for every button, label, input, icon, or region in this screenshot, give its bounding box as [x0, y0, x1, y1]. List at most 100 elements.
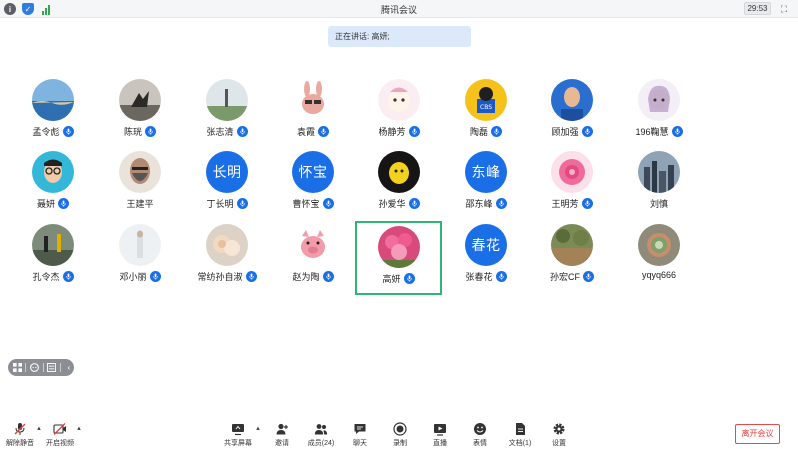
avatar-image	[638, 151, 680, 193]
participant-tile[interactable]: 孟令彪	[10, 79, 96, 151]
participant-tile[interactable]: 孙宏CF	[529, 224, 615, 296]
avatar	[378, 226, 420, 268]
participant-tile[interactable]: 东峰 邵东峰	[443, 151, 529, 223]
avatar	[638, 224, 680, 266]
settings-button[interactable]: 设置	[539, 422, 579, 448]
mic-icon	[403, 273, 415, 284]
video-options-caret[interactable]: ▲	[76, 426, 82, 432]
participant-name: 聂妍	[36, 199, 55, 209]
chat-icon	[354, 424, 366, 434]
participant-grid: 孟令彪 陈珖 张志清 袁霞 杨静芳 CBS 陶磊 顾加强 196鞠慧聂妍 王建平 长明 丁长明 怀宝曹怀…	[0, 0, 798, 330]
participant-tile[interactable]: 陈珖	[97, 79, 183, 151]
participant-tile[interactable]: 刘慎	[616, 151, 702, 223]
participant-tile[interactable]: 长明 丁长明	[184, 151, 270, 223]
avatar-image	[551, 224, 593, 266]
start-video-button[interactable]: 开启视频	[40, 422, 80, 448]
mic-icon	[322, 271, 334, 282]
bottom-toolbar: 解除静音 ▲ 开启视频 ▲ 共享屏幕 ▲ 邀请 成员(24) 聊天 录制 直播 …	[0, 416, 798, 449]
participant-name: 陶磊	[469, 127, 488, 137]
grid-view-icon[interactable]	[12, 362, 22, 374]
mic-icon	[318, 126, 329, 137]
participant-tile[interactable]: 孔令杰	[10, 224, 96, 296]
avatar-initials: 东峰	[465, 151, 507, 193]
participant-name: 曹怀宝	[292, 199, 320, 209]
avatar: 怀宝	[292, 151, 334, 193]
participant-name: 袁霞	[296, 127, 315, 137]
participant-name-row: 孔令杰	[10, 270, 96, 283]
participant-name: 邓小丽	[119, 272, 147, 282]
share-screen-button[interactable]: 共享屏幕	[218, 422, 258, 448]
participant-tile[interactable]: 邓小丽	[97, 224, 183, 296]
participant-tile[interactable]: 怀宝 曹怀宝	[270, 151, 356, 223]
mic-icon	[671, 126, 683, 137]
participant-tile[interactable]: 王建平	[97, 151, 183, 223]
participant-name: 孙爱华	[378, 199, 406, 209]
avatar	[119, 224, 161, 266]
participant-name: 王明芳	[551, 199, 579, 209]
invite-button[interactable]: 邀请	[262, 422, 302, 448]
avatar-image: CBS	[465, 79, 507, 121]
avatar	[292, 79, 334, 121]
participant-name: 邵东峰	[465, 199, 493, 209]
mic-icon	[322, 198, 334, 209]
separator	[59, 363, 61, 372]
participant-name: 孟令彪	[32, 127, 60, 137]
reactions-button[interactable]: 表情	[460, 422, 500, 448]
members-button[interactable]: 成员(24)	[301, 422, 341, 448]
participant-tile[interactable]: 聂妍	[10, 151, 96, 223]
record-icon	[393, 422, 407, 436]
participant-name-row: 孟令彪	[10, 125, 96, 138]
participant-name-row: 刘慎	[616, 197, 702, 210]
participant-tile[interactable]: 王明芳	[529, 151, 615, 223]
participant-name-row: 张春花	[443, 270, 529, 283]
avatar-image	[32, 79, 74, 121]
avatar	[378, 151, 420, 193]
participant-name-row: 张志清	[184, 125, 270, 138]
avatar-image	[292, 79, 334, 121]
avatar	[638, 151, 680, 193]
participant-name-row: 孙爱华	[356, 197, 442, 210]
avatar-initials: 春花	[465, 224, 507, 266]
participant-tile[interactable]: yqyq666	[616, 224, 702, 296]
unmute-button[interactable]: 解除静音	[0, 422, 40, 448]
avatar-image	[206, 79, 248, 121]
separator	[25, 363, 27, 372]
chat-bubble-icon[interactable]	[29, 362, 39, 374]
participant-name: 丁长明	[206, 199, 234, 209]
participant-tile[interactable]: 春花 张春花	[443, 224, 529, 296]
participant-tile[interactable]: 杨静芳	[356, 79, 442, 151]
gear-icon	[553, 423, 565, 435]
live-button[interactable]: 直播	[420, 422, 460, 448]
participant-tile[interactable]: 常纺孙自淑	[184, 224, 270, 296]
members-label: 成员(24)	[307, 440, 335, 447]
mic-icon	[149, 271, 161, 282]
mic-icon	[408, 198, 420, 209]
mic-icon	[145, 126, 156, 137]
participant-tile[interactable]: 张志清	[184, 79, 270, 151]
participant-tile[interactable]: 袁霞	[270, 79, 356, 151]
document-icon	[516, 423, 525, 435]
participant-name: 陈珖	[123, 127, 142, 137]
participant-name: 王建平	[126, 199, 154, 209]
participant-tile[interactable]: 孙爱华	[356, 151, 442, 223]
floating-toolbar: ‹	[8, 359, 74, 376]
share-options-caret[interactable]: ▲	[255, 426, 261, 432]
participant-tile[interactable]: 高妍	[355, 221, 442, 295]
leave-meeting-button[interactable]: 离开会议	[735, 424, 780, 444]
mic-icon	[495, 198, 507, 209]
list-icon[interactable]	[46, 362, 57, 374]
avatar	[638, 79, 680, 121]
participant-tile[interactable]: 顾加强	[529, 79, 615, 151]
participant-tile[interactable]: 196鞠慧	[616, 79, 702, 151]
separator	[42, 363, 44, 372]
participant-tile[interactable]: CBS 陶磊	[443, 79, 529, 151]
collapse-arrow-icon[interactable]: ‹	[64, 362, 74, 374]
invite-icon	[276, 423, 288, 435]
participant-tile[interactable]: 赵为陶	[270, 224, 356, 296]
chat-button[interactable]: 聊天	[340, 422, 380, 448]
participant-name: 常纺孙自淑	[197, 272, 243, 282]
documents-button[interactable]: 文档(1)	[500, 422, 540, 448]
participant-name: yqyq666	[641, 270, 677, 280]
record-button[interactable]: 录制	[380, 422, 420, 448]
participant-name-row: 聂妍	[10, 197, 96, 210]
